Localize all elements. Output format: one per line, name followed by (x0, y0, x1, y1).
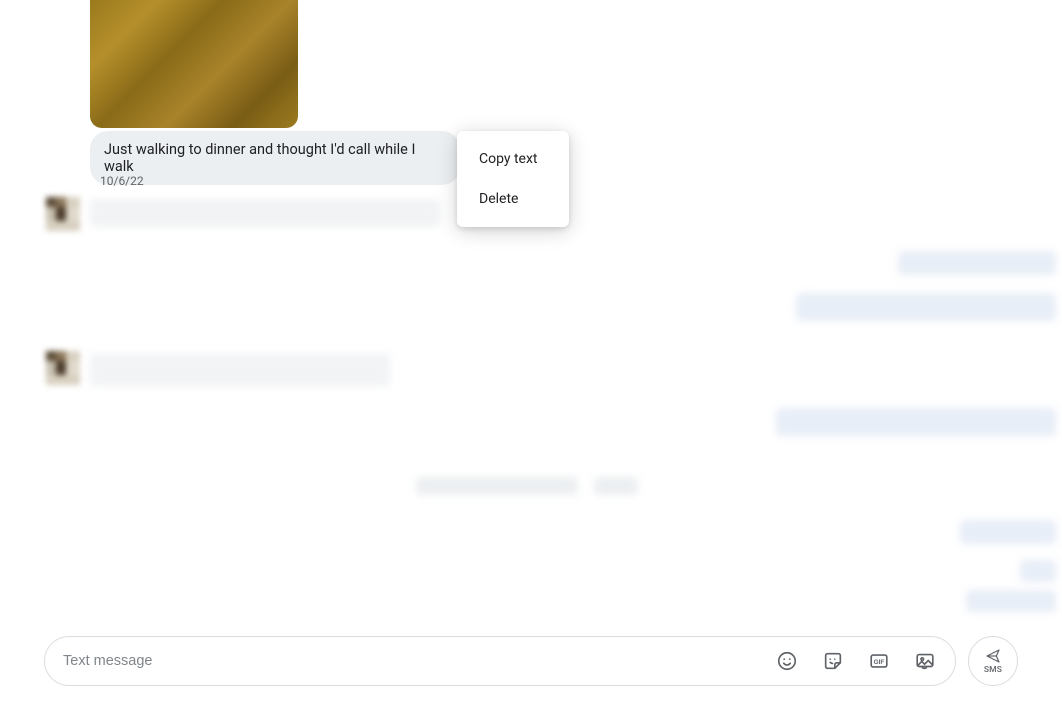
messages-area: Just walking to dinner and thought I'd c… (0, 0, 1062, 628)
message-text: Just walking to dinner and thought I'd c… (104, 141, 415, 175)
redacted-message (1020, 560, 1056, 582)
redacted-message (796, 293, 1056, 321)
send-icon (984, 648, 1002, 664)
redacted-divider (416, 477, 578, 495)
redacted-message (90, 199, 440, 227)
redacted-message (90, 354, 390, 386)
sticker-icon[interactable] (821, 649, 845, 673)
redacted-divider (594, 477, 638, 495)
redacted-message (898, 251, 1056, 275)
send-label: SMS (984, 665, 1002, 675)
message-input[interactable] (63, 653, 775, 669)
redacted-message (960, 520, 1056, 544)
emoji-icon[interactable] (775, 649, 799, 673)
message-timestamp: 10/6/22 (100, 174, 144, 188)
avatar (46, 197, 80, 231)
gif-icon[interactable]: GIF (867, 649, 891, 673)
redacted-message (966, 590, 1056, 612)
composer-bar: GIF SMS (44, 636, 1018, 686)
image-icon[interactable] (913, 649, 937, 673)
copy-text-menu-item[interactable]: Copy text (457, 139, 569, 179)
avatar (46, 351, 80, 385)
svg-text:GIF: GIF (874, 659, 885, 666)
message-image-attachment[interactable] (90, 0, 298, 128)
composer-input-container: GIF (44, 636, 956, 686)
redacted-message (776, 408, 1056, 436)
received-message-bubble[interactable]: Just walking to dinner and thought I'd c… (90, 131, 460, 185)
delete-menu-item[interactable]: Delete (457, 179, 569, 219)
message-context-menu: Copy text Delete (457, 131, 569, 227)
composer-icons: GIF (775, 649, 937, 673)
send-button[interactable]: SMS (968, 636, 1018, 686)
